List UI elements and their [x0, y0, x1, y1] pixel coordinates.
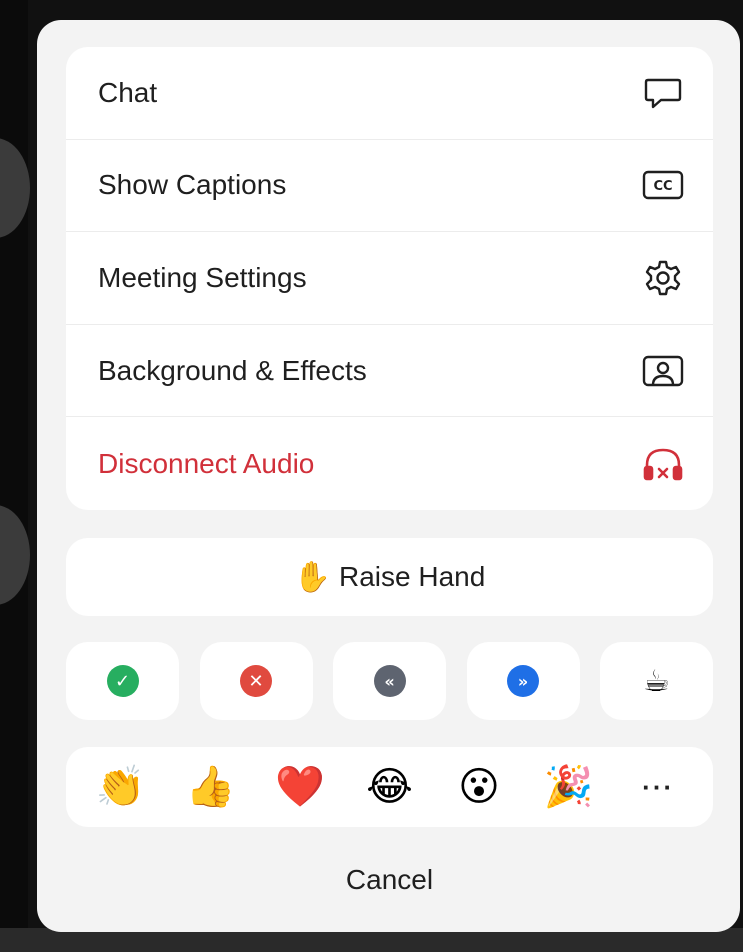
raise-hand-button[interactable]: ✋ Raise Hand: [66, 538, 713, 616]
menu-item-label: Meeting Settings: [98, 261, 307, 293]
yes-icon: ✓: [106, 665, 139, 697]
reactions-bar: 👏 👍 ❤️ 😂 😮 🎉 ···: [66, 747, 713, 827]
background-effects-menu-item[interactable]: Background & Effects: [66, 325, 713, 418]
coffee-break-button[interactable]: ☕: [600, 642, 713, 720]
nonverbal-feedback-row: ✓ ✕ « » ☕: [66, 642, 713, 720]
chat-menu-item[interactable]: Chat: [66, 47, 713, 140]
clapping-hands-icon[interactable]: 👏: [91, 767, 151, 807]
raise-hand-label: Raise Hand: [339, 561, 486, 592]
menu-item-label: Chat: [98, 76, 158, 108]
coffee-icon: ☕: [643, 664, 670, 698]
speed-up-button[interactable]: »: [466, 642, 580, 720]
no-button[interactable]: ✕: [199, 642, 313, 720]
menu-item-label: Disconnect Audio: [98, 447, 315, 479]
cc-icon: CC: [641, 163, 685, 207]
show-captions-menu-item[interactable]: Show Captions CC: [66, 140, 713, 233]
gear-icon: [641, 256, 685, 300]
slow-down-icon: «: [373, 665, 406, 697]
more-actions-sheet: Chat Show Captions CC Meeting Settings B…: [37, 20, 740, 932]
menu-card: Chat Show Captions CC Meeting Settings B…: [66, 47, 713, 510]
background-portrait-icon: [641, 349, 685, 393]
disconnect-audio-menu-item[interactable]: Disconnect Audio: [66, 417, 713, 510]
thumbs-up-icon[interactable]: 👍: [180, 767, 240, 807]
more-reactions-icon[interactable]: ···: [628, 772, 688, 803]
no-icon: ✕: [240, 665, 272, 697]
heart-icon[interactable]: ❤️: [270, 767, 330, 807]
cancel-button[interactable]: Cancel: [66, 850, 713, 910]
slow-down-button[interactable]: «: [333, 642, 446, 720]
menu-item-label: Show Captions: [98, 169, 287, 201]
meeting-settings-menu-item[interactable]: Meeting Settings: [66, 232, 713, 325]
yes-button[interactable]: ✓: [66, 642, 179, 720]
speed-up-icon: »: [507, 665, 539, 697]
chat-bubble-icon: [641, 71, 685, 115]
party-popper-icon[interactable]: 🎉: [539, 767, 599, 807]
svg-text:CC: CC: [653, 179, 672, 194]
raised-hand-icon: ✋: [293, 560, 332, 594]
menu-item-label: Background & Effects: [98, 354, 367, 386]
screen: Chat Show Captions CC Meeting Settings B…: [0, 0, 743, 952]
headphones-disconnect-icon: [641, 442, 685, 486]
surprised-face-icon[interactable]: 😮: [449, 767, 509, 807]
tears-of-joy-icon[interactable]: 😂: [359, 767, 419, 807]
